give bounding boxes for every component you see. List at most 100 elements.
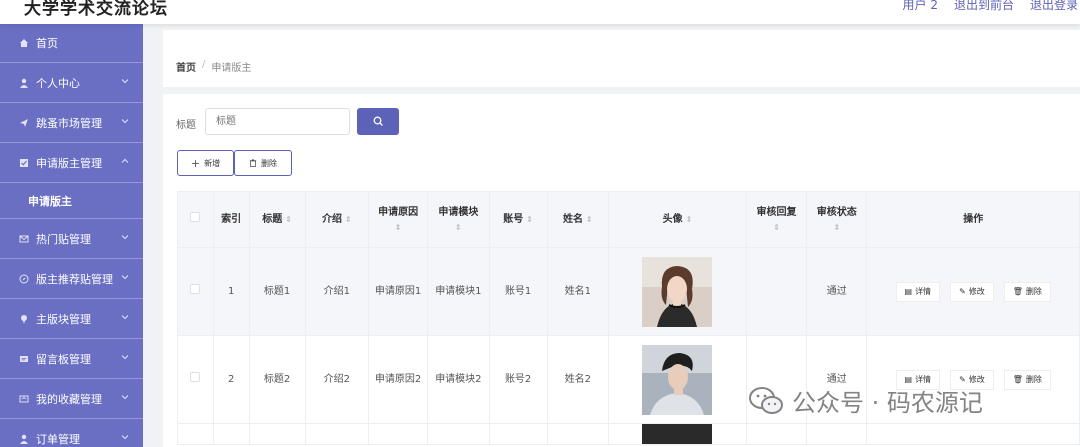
header-account-label: 账号	[503, 214, 524, 225]
delete-button-label: 删除	[261, 158, 277, 168]
header-avatar[interactable]: 头像 ⇕	[608, 191, 747, 248]
cell-reason: 申请原因1	[367, 247, 429, 336]
top-links: 用户 2 退出到前台 退出登录	[903, 0, 1078, 13]
cell-module: 申请模块2	[427, 335, 490, 424]
top-bar: 大学学术交流论坛 用户 2 退出到前台 退出登录	[0, 0, 1080, 24]
app-title: 大学学术交流论坛	[24, 0, 168, 19]
trash-icon: 🗑	[1012, 374, 1023, 384]
header-ops: 操作	[866, 191, 1080, 248]
pencil-icon: ✎	[959, 286, 966, 296]
sidebar-item-home[interactable]: 首页	[0, 24, 143, 63]
edit-button[interactable]: ✎ 修改	[950, 281, 994, 302]
chevron-up-icon	[121, 158, 129, 163]
header-status[interactable]: 审核状态 ⇕	[806, 191, 868, 248]
sidebar-item-recommended-posts[interactable]: 版主推荐贴管理	[0, 259, 143, 299]
avatar-image[interactable]	[642, 424, 713, 444]
compass-icon	[18, 273, 30, 285]
select-all-checkbox[interactable]	[190, 212, 201, 222]
header-reason[interactable]: 申请原因 ⇕	[367, 191, 429, 248]
batch-delete-button[interactable]: 删除	[234, 150, 292, 176]
sort-icon[interactable]: ⇕	[526, 215, 533, 224]
user-icon	[18, 77, 30, 89]
sidebar-item-profile[interactable]: 个人中心	[0, 63, 143, 103]
chevron-down-icon	[121, 435, 129, 440]
cell-avatar	[608, 335, 747, 424]
select-all-cell[interactable]	[177, 191, 214, 248]
sort-icon[interactable]: ⇕	[686, 215, 693, 224]
document-icon: ▤	[904, 286, 913, 296]
header-title[interactable]: 标题 ⇕	[248, 191, 306, 248]
mail-icon	[18, 233, 30, 245]
user-link[interactable]: 用户 2	[903, 0, 938, 13]
sidebar-subitem-moderator-apply[interactable]: 申请版主	[0, 183, 143, 219]
add-button-label: 新增	[204, 158, 221, 168]
sidebar-item-message-board[interactable]: 留言板管理	[0, 339, 143, 379]
row-checkbox[interactable]	[190, 371, 201, 382]
header-index: 索引	[212, 191, 250, 248]
cell-avatar	[608, 247, 747, 336]
header-reason-label: 申请原因	[378, 206, 419, 218]
chevron-down-icon	[121, 355, 129, 360]
sort-icon[interactable]: ⇕	[749, 220, 804, 235]
header-name-label: 姓名	[563, 214, 584, 225]
avatar-image[interactable]	[642, 344, 713, 415]
edit-label: 修改	[968, 286, 985, 296]
sort-icon[interactable]: ⇕	[586, 215, 593, 224]
avatar-image[interactable]	[642, 256, 713, 327]
delete-button[interactable]: 🗑 删除	[1003, 369, 1051, 390]
delete-button[interactable]: 🗑 删除	[1003, 281, 1051, 302]
add-button[interactable]: + 新增	[177, 150, 234, 176]
cell-reply	[745, 247, 808, 336]
logout-link[interactable]: 退出登录	[1030, 0, 1078, 13]
sort-icon[interactable]: ⇕	[430, 220, 486, 235]
sort-icon[interactable]: ⇕	[809, 220, 864, 235]
wechat-icon	[749, 386, 783, 414]
row-select-cell[interactable]	[177, 247, 214, 336]
back-to-front-link[interactable]: 退出到前台	[954, 0, 1014, 13]
sidebar-item-label: 我的收藏管理	[36, 392, 102, 406]
detail-button[interactable]: ▤ 详情	[895, 281, 941, 302]
header-reply[interactable]: 审核回复 ⇕	[745, 191, 808, 248]
sidebar-item-flea-market[interactable]: 跳蚤市场管理	[0, 103, 143, 143]
breadcrumb-home[interactable]: 首页	[176, 59, 196, 74]
sidebar-item-favorites[interactable]: 我的收藏管理	[0, 379, 143, 419]
sidebar-item-orders[interactable]: 订单管理	[0, 419, 143, 447]
header-avatar-label: 头像	[662, 214, 683, 225]
detail-label: 详情	[915, 286, 932, 296]
search-icon	[373, 116, 383, 126]
checkbox-icon	[18, 157, 30, 169]
cell-avatar	[608, 423, 747, 445]
sidebar-item-main-boards[interactable]: 主版块管理	[0, 299, 143, 339]
pin-icon	[18, 313, 30, 325]
table-header-row: 索引 标题 ⇕ 介绍 ⇕ 申请原因 ⇕ 申请模块 ⇕ 账号 ⇕ 姓名 ⇕ 头像 ⇕ 审核回复 ⇕…	[177, 191, 1080, 248]
search-button[interactable]	[357, 108, 399, 135]
chevron-down-icon	[121, 79, 129, 84]
header-status-label: 审核状态	[816, 206, 857, 218]
sidebar-item-label: 热门贴管理	[36, 232, 91, 246]
sidebar-item-label: 主版块管理	[36, 312, 91, 326]
header-name[interactable]: 姓名 ⇕	[546, 191, 610, 248]
sidebar-item-label: 申请版主	[28, 194, 72, 208]
cell-intro: 介绍1	[304, 247, 370, 336]
row-select-cell[interactable]	[177, 335, 214, 424]
row-checkbox[interactable]	[190, 283, 201, 294]
search-input[interactable]	[205, 108, 350, 135]
sidebar-item-label: 版主推荐贴管理	[36, 272, 113, 286]
cell-name: 姓名1	[546, 247, 610, 336]
chevron-down-icon	[121, 235, 129, 240]
sidebar-item-label: 跳蚤市场管理	[36, 116, 102, 130]
sidebar-item-hot-posts[interactable]: 热门贴管理	[0, 219, 143, 259]
sort-icon[interactable]: ⇕	[371, 220, 425, 235]
header-module[interactable]: 申请模块 ⇕	[427, 191, 490, 248]
cell-ops: ▤ 详情 ✎ 修改 🗑 删除	[866, 247, 1080, 336]
header-intro[interactable]: 介绍 ⇕	[304, 191, 370, 248]
sort-icon[interactable]: ⇕	[345, 215, 352, 224]
cell-name: 姓名2	[546, 335, 610, 424]
sort-icon[interactable]: ⇕	[285, 215, 292, 224]
cell-index: 2	[212, 335, 250, 424]
cell-status: 通过	[806, 247, 868, 336]
table-row	[177, 423, 1080, 445]
cell-account: 账号1	[488, 247, 548, 336]
header-account[interactable]: 账号 ⇕	[488, 191, 548, 248]
sidebar-item-moderator-apply-mgmt[interactable]: 申请版主管理	[0, 143, 143, 183]
